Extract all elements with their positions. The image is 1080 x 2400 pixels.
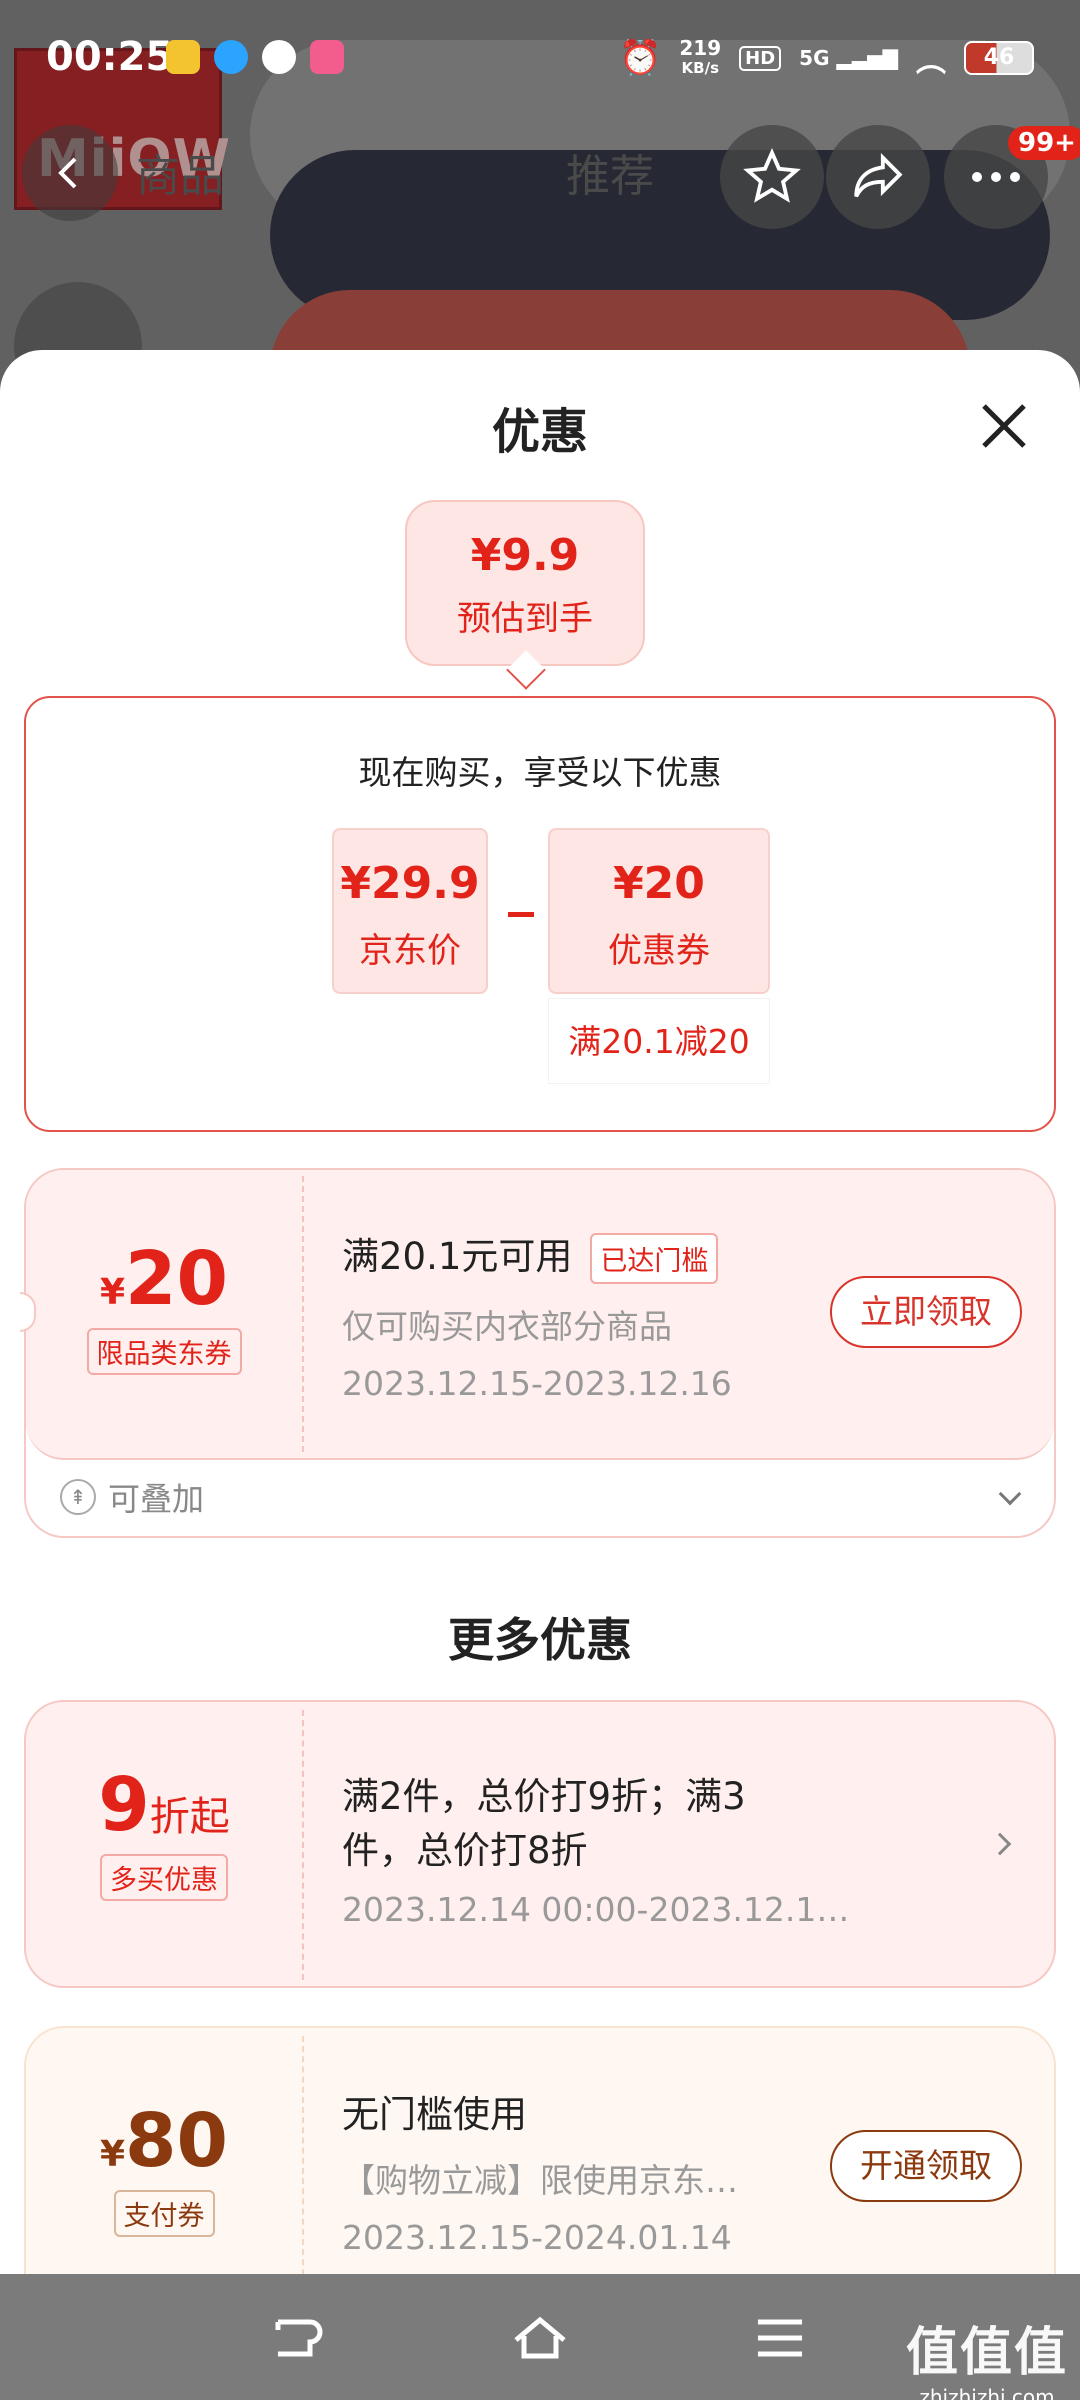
- status-bar: 00:25 ⏰ 219 KB/s HD 5G ▂▃▅▇ ︵ 46: [0, 0, 1080, 120]
- nav-menu-icon[interactable]: [752, 2314, 808, 2362]
- coupon-tag: 限品类东券: [86, 1328, 242, 1375]
- favorite-button[interactable]: [720, 125, 824, 229]
- notification-badge: 99+: [1008, 126, 1080, 160]
- price-breakdown: 现在购买，享受以下优惠 ¥29.9 京东价 ¥20 优惠券 满20.1减20: [24, 696, 1056, 1132]
- coupon-period: 2023.12.15-2023.12.16: [342, 1364, 732, 1403]
- chevron-left-icon: [58, 157, 77, 189]
- star-icon: [743, 148, 801, 203]
- back-button[interactable]: [22, 125, 118, 221]
- chevron-down-icon[interactable]: [998, 1482, 1022, 1506]
- coupon-rule: 满20.1减20: [548, 998, 770, 1084]
- activate-claim-button[interactable]: 开通领取: [830, 2130, 1022, 2202]
- multibuy-line2: 件，总价打8折: [342, 1829, 588, 1872]
- more-discounts-title: 更多优惠: [448, 1613, 632, 1667]
- multibuy-tag: 多买优惠: [100, 1854, 228, 1901]
- alarm-icon: ⏰: [619, 38, 662, 78]
- wifi-icon: ︵: [916, 44, 946, 79]
- close-button[interactable]: [972, 394, 1036, 458]
- sheet-title: 优惠: [491, 404, 588, 460]
- chevron-right-icon: [988, 1832, 1012, 1856]
- app-notification-icon: [166, 40, 200, 74]
- minus-sign: [508, 912, 534, 917]
- coupon-condition: 满20.1元可用: [342, 1235, 573, 1278]
- more-icon: [972, 172, 1020, 182]
- coupon-value-box: ¥20 优惠券: [548, 828, 770, 994]
- payment-currency: ¥: [99, 2134, 126, 2175]
- coupon-scope: 仅可购买内衣部分商品: [342, 1307, 672, 1346]
- nav-back-icon[interactable]: [270, 2314, 326, 2362]
- payment-condition: 无门槛使用: [342, 2093, 527, 2136]
- coupon-card-multibuy[interactable]: 9折起 多买优惠 满2件，总价打9折；满3 件，总价打8折 2023.12.14…: [24, 1700, 1056, 1988]
- multibuy-period: 2023.12.14 00:00-2023.12.1…: [342, 1890, 850, 1929]
- coupon-amount: 20: [125, 1236, 229, 1322]
- claim-now-button[interactable]: 立即领取: [830, 1276, 1022, 1348]
- battery-icon: 46: [964, 41, 1034, 75]
- estimated-price-label: 预估到手: [457, 599, 593, 639]
- breakdown-heading: 现在购买，享受以下优惠: [358, 753, 722, 792]
- coupon-value: ¥20: [613, 858, 705, 909]
- stack-icon: ⇞: [60, 1479, 96, 1515]
- status-time: 00:25: [46, 34, 174, 80]
- payment-tag: 支付券: [113, 2190, 215, 2237]
- qq-icon: [214, 40, 248, 74]
- multibuy-line1: 满2件，总价打9折；满3: [342, 1775, 746, 1818]
- zhi-icon: [262, 40, 296, 74]
- estimated-price-box: ¥9.9 预估到手: [405, 500, 645, 666]
- hd-icon: HD: [739, 45, 782, 71]
- watermark-site: zhizhizhi.com: [919, 2385, 1055, 2400]
- payment-amount: 80: [125, 2098, 229, 2184]
- bilibili-icon: [310, 40, 344, 74]
- share-icon: [854, 152, 903, 198]
- discount-unit: 折起: [149, 1794, 230, 1840]
- jd-price: ¥29.9: [340, 858, 480, 909]
- coupon-currency: ¥: [99, 1272, 126, 1313]
- net-speed: 219 KB/s: [679, 36, 722, 77]
- threshold-reached-badge: 已达门槛: [590, 1233, 719, 1284]
- coupon-value-label: 优惠券: [608, 931, 710, 971]
- watermark: 值值值 zhizhizhi.com: [906, 2310, 1068, 2400]
- system-nav-bar: 值值值 zhizhizhi.com: [0, 2274, 1080, 2400]
- watermark-main: 值值值: [905, 2323, 1068, 2383]
- signal-icon: 5G ▂▃▅▇: [799, 46, 898, 70]
- jd-price-box: ¥29.9 京东价: [332, 828, 488, 994]
- estimated-price: ¥9.9: [470, 530, 580, 581]
- coupon-card-jd: ¥20 限品类东券 满20.1元可用 已达门槛 仅可购买内衣部分商品 2023.1…: [20, 1168, 1056, 1538]
- stackable-label: 可叠加: [108, 1480, 205, 1518]
- discount-amount: 9: [98, 1762, 150, 1848]
- close-icon: [982, 404, 1026, 448]
- nav-home-icon[interactable]: [512, 2314, 568, 2362]
- stackable-row[interactable]: ⇞ 可叠加: [60, 1474, 204, 1520]
- payment-scope: 【购物立减】限使用京东…: [342, 2161, 738, 2200]
- discount-sheet: 优惠 ¥9.9 预估到手 现在购买，享受以下优惠 ¥29.9 京东价 ¥20 优…: [0, 350, 1080, 2400]
- share-button[interactable]: [826, 125, 930, 229]
- jd-price-label: 京东价: [359, 931, 461, 971]
- payment-period: 2023.12.15-2024.01.14: [342, 2218, 732, 2257]
